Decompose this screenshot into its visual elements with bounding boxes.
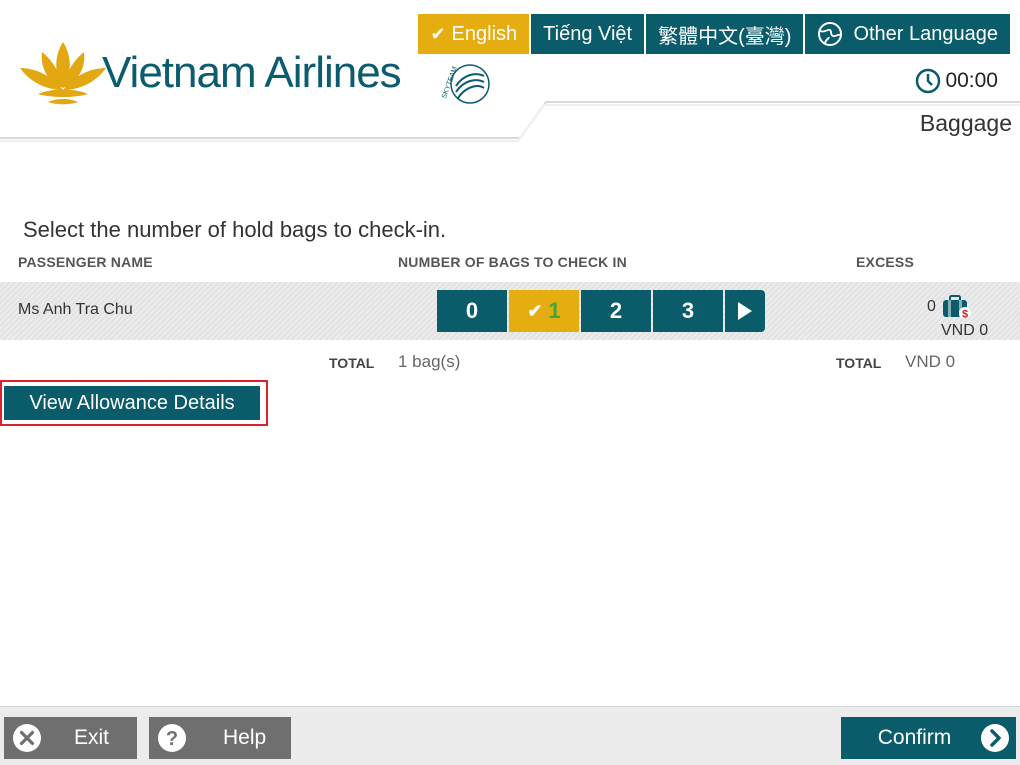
passenger-row: Ms Anh Tra Chu 0 ✔ 1 2 3 0 $ VND 0 (0, 282, 1020, 340)
svg-text:?: ? (166, 728, 178, 750)
check-icon: ✔ (527, 300, 543, 321)
clock-icon (916, 68, 941, 94)
language-label: English (451, 22, 518, 45)
svg-text:$: $ (962, 309, 968, 321)
excess-bag-count: 0 (927, 298, 936, 315)
language-label: Other Language (853, 22, 998, 45)
language-label: Tiếng Việt (543, 22, 633, 45)
footer-bar: Exit ? Help Confirm (0, 706, 1020, 765)
session-timer: 00:00 (915, 68, 998, 94)
confirm-button[interactable]: Confirm (841, 717, 1016, 759)
help-button[interactable]: ? Help (149, 717, 291, 759)
play-arrow-icon (738, 302, 752, 320)
close-circle-icon (13, 724, 41, 752)
chevron-right-circle-icon (981, 724, 1009, 752)
bag-option-2-button[interactable]: 2 (581, 290, 651, 332)
suitcase-dollar-icon: $ (943, 295, 971, 321)
language-vietnamese-button[interactable]: Tiếng Việt (531, 14, 645, 54)
confirm-label: Confirm (877, 726, 952, 749)
language-bar: ✔ English Tiếng Việt 繁體中文(臺灣) Other Lang… (418, 14, 1010, 54)
bags-total-value: 1 bag(s) (398, 352, 461, 371)
exit-label: Exit (74, 726, 110, 749)
header-divider (0, 101, 1020, 142)
skyteam-logo-icon: SKYTEAM (441, 64, 490, 104)
view-allowance-details-button[interactable]: View Allowance Details (4, 386, 260, 420)
page-title: Baggage (919, 110, 1012, 136)
language-other-button[interactable]: Other Language (805, 14, 1010, 54)
globe-icon (818, 22, 843, 46)
column-header-excess: EXCESS (856, 254, 914, 270)
column-header-bags: NUMBER OF BAGS TO CHECK IN (398, 254, 627, 270)
bag-count-selector: 0 ✔ 1 2 3 (437, 290, 765, 332)
lotus-logo-icon (20, 42, 106, 105)
header: Vietnam Airlines SKYTEAM ✔ English Tiếng… (0, 0, 1020, 142)
bag-option-3-button[interactable]: 3 (653, 290, 723, 332)
help-circle-icon: ? (158, 724, 186, 752)
timer-value: 00:00 (945, 69, 998, 92)
excess-amount: VND 0 (941, 322, 989, 339)
check-icon: ✔ (430, 23, 446, 44)
language-chinese-traditional-button[interactable]: 繁體中文(臺灣) (646, 14, 804, 54)
bag-option-0-button[interactable]: 0 (437, 290, 507, 332)
excess-total-value: VND 0 (905, 352, 956, 371)
help-label: Help (223, 726, 267, 749)
passenger-name: Ms Anh Tra Chu (18, 301, 133, 318)
language-label: 繁體中文(臺灣) (658, 25, 792, 48)
bag-next-button[interactable] (725, 290, 765, 332)
instruction-text: Select the number of hold bags to check-… (23, 217, 447, 242)
column-header-passenger: PASSENGER NAME (18, 254, 153, 270)
exit-button[interactable]: Exit (4, 717, 137, 759)
bags-total-label: TOTAL (329, 355, 375, 371)
bag-option-1-button[interactable]: ✔ 1 (509, 290, 579, 332)
excess-total-label: TOTAL (836, 355, 882, 371)
brand-name: Vietnam Airlines (102, 48, 402, 97)
language-english-button[interactable]: ✔ English (418, 14, 530, 54)
